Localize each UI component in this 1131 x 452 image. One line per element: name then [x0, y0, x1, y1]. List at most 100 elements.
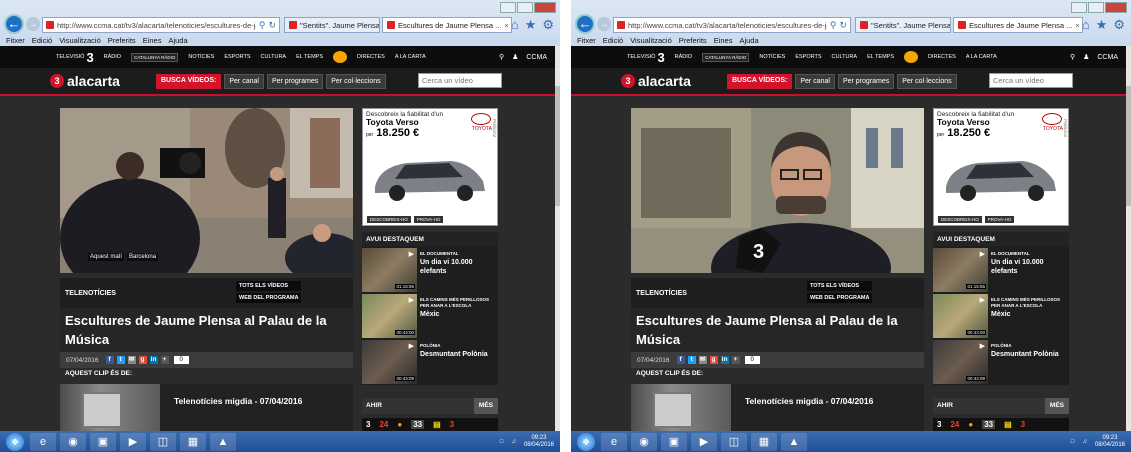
menu-edit[interactable]: Edició	[32, 36, 52, 46]
close-tab-icon[interactable]: ×	[504, 21, 508, 30]
super3-logo-icon[interactable]	[333, 51, 348, 63]
twitter-icon[interactable]: t	[687, 356, 696, 364]
ad-try-button[interactable]: PROVA-HO	[984, 216, 1015, 223]
nav-el-temps[interactable]: EL TEMPS	[867, 54, 894, 60]
featured-item[interactable]: ▶ 00:43:00 ELS CAMINS MÉS PERILLOSOS PER …	[933, 294, 1069, 338]
program-category[interactable]: TELENOTÍCIES	[636, 290, 687, 297]
channel-esport3[interactable]: 3	[1021, 420, 1025, 429]
paint-task-icon[interactable]: ▦	[751, 432, 777, 451]
forward-button[interactable]: →	[597, 17, 611, 31]
back-button[interactable]: ←	[575, 14, 595, 34]
folder-task-icon[interactable]: ◫	[150, 432, 176, 451]
user-icon[interactable]: ♟	[512, 53, 518, 61]
network-icon[interactable]: □	[500, 439, 504, 445]
search-icon[interactable]: ⚲	[830, 20, 837, 31]
explorer-task-icon[interactable]: ▣	[661, 432, 687, 451]
nav-alacarta[interactable]: A LA CARTA	[966, 54, 997, 60]
plus-icon[interactable]: +	[731, 356, 740, 364]
nav-radio[interactable]: RÀDIO	[675, 54, 692, 60]
star-icon[interactable]: ★	[525, 17, 537, 33]
clip-source-card[interactable]: Telenotícies migdia - 07/04/2016	[631, 384, 924, 431]
close-window-button[interactable]	[534, 2, 556, 13]
per-canal-button[interactable]: Per canal	[795, 74, 835, 89]
address-bar[interactable]: http://www.ccma.cat/tv3/alacarta/telenot…	[42, 17, 280, 33]
minimize-button[interactable]	[1071, 2, 1087, 13]
home-icon[interactable]: ⌂	[511, 17, 519, 33]
per-colleccions-button[interactable]: Per col·leccions	[326, 74, 386, 89]
per-canal-button[interactable]: Per canal	[224, 74, 264, 89]
close-tab-icon[interactable]: ×	[1075, 21, 1079, 30]
super3-icon[interactable]: ●	[397, 420, 402, 429]
refresh-icon[interactable]: ↻	[839, 20, 847, 31]
google-plus-icon[interactable]: g	[709, 356, 718, 364]
featured-item[interactable]: ▶ 00:43:00 ELS CAMINS MÉS PERILLOSOS PER …	[362, 294, 498, 338]
search-icon[interactable]: ⚲	[499, 53, 504, 61]
toyota-ad[interactable]: Descobreix la fiabilitat d'un Toyota Ver…	[933, 108, 1069, 226]
facebook-icon[interactable]: f	[105, 356, 114, 364]
nav-noticies[interactable]: NOTÍCIES	[188, 54, 214, 60]
nav-cultura[interactable]: CULTURA	[832, 54, 858, 60]
email-icon[interactable]: ✉	[127, 356, 136, 364]
chrome-task-icon[interactable]: ◉	[631, 432, 657, 451]
ccma-link[interactable]: CCMA	[526, 54, 547, 61]
menu-favorites[interactable]: Preferits	[679, 36, 707, 46]
menu-file[interactable]: Fitxer	[6, 36, 25, 46]
back-button[interactable]: ←	[4, 14, 24, 34]
address-bar[interactable]: http://www.ccma.cat/tv3/alacarta/telenot…	[613, 17, 851, 33]
ie-task-icon[interactable]: e	[601, 432, 627, 451]
esport3-icon[interactable]: ▤	[433, 420, 441, 429]
network-icon[interactable]: □	[1071, 439, 1075, 445]
pdf-task-icon[interactable]: ▲	[210, 432, 236, 451]
google-plus-icon[interactable]: g	[138, 356, 147, 364]
maximize-button[interactable]	[517, 2, 533, 13]
star-icon[interactable]: ★	[1096, 17, 1108, 33]
alacarta-logo[interactable]: 3 alacarta	[50, 73, 120, 89]
clock[interactable]: 09:23 08/04/2016	[524, 435, 554, 449]
nav-esports[interactable]: ESPORTS	[795, 54, 821, 60]
menu-view[interactable]: Visualització	[59, 36, 101, 46]
media-task-icon[interactable]: ▶	[120, 432, 146, 451]
ad-discover-button[interactable]: DESCOBREIX-HO	[938, 216, 982, 223]
nav-catradio[interactable]: CATALUNYA RÀDIO	[702, 52, 750, 62]
alacarta-logo[interactable]: 3 alacarta	[621, 73, 691, 89]
video-player[interactable]	[60, 108, 353, 273]
all-videos-link[interactable]: TOTS ELS VÍDEOS	[807, 281, 873, 291]
program-web-link[interactable]: WEB DEL PROGRAMA	[236, 293, 302, 303]
clip-source-card[interactable]: Telenotícies migdia - 07/04/2016	[60, 384, 353, 431]
nav-alacarta[interactable]: A LA CARTA	[395, 54, 426, 60]
nav-noticies[interactable]: NOTÍCIES	[759, 54, 785, 60]
search-icon[interactable]: ⚲	[259, 20, 266, 31]
per-programes-button[interactable]: Per programes	[837, 74, 895, 89]
per-programes-button[interactable]: Per programes	[266, 74, 324, 89]
user-icon[interactable]: ♟	[1083, 53, 1089, 61]
browser-tab-1[interactable]: "Sentits". Jaume Plensa: "Les m...	[284, 17, 380, 33]
menu-edit[interactable]: Edició	[603, 36, 623, 46]
nav-esports[interactable]: ESPORTS	[224, 54, 250, 60]
gear-icon[interactable]: ⚙	[542, 17, 554, 33]
volume-icon[interactable]: ♫	[511, 439, 516, 445]
menu-help[interactable]: Ajuda	[739, 36, 758, 46]
folder-task-icon[interactable]: ◫	[721, 432, 747, 451]
super3-icon[interactable]: ●	[968, 420, 973, 429]
gear-icon[interactable]: ⚙	[1113, 17, 1125, 33]
scrollbar-thumb[interactable]	[1126, 86, 1131, 206]
channel-33[interactable]: 33	[411, 420, 425, 429]
search-icon[interactable]: ⚲	[490, 72, 498, 85]
nav-tv3[interactable]: TELEVISIÓ 3	[56, 50, 94, 65]
search-icon[interactable]: ⚲	[1061, 72, 1069, 85]
start-button[interactable]: ❖	[6, 432, 24, 451]
twitter-icon[interactable]: t	[116, 356, 125, 364]
browser-tab-1[interactable]: "Sentits". Jaume Plensa: "Les m...	[855, 17, 951, 33]
paint-task-icon[interactable]: ▦	[180, 432, 206, 451]
email-icon[interactable]: ✉	[698, 356, 707, 364]
nav-cultura[interactable]: CULTURA	[261, 54, 287, 60]
media-task-icon[interactable]: ▶	[691, 432, 717, 451]
program-category[interactable]: TELENOTÍCIES	[65, 290, 116, 297]
channel-324[interactable]: 24	[950, 420, 959, 429]
all-videos-link[interactable]: TOTS ELS VÍDEOS	[236, 281, 302, 291]
nav-directes[interactable]: DIRECTES	[928, 54, 956, 60]
featured-item[interactable]: ▶ 01:15:55 EL DOCUMENTAL Un dia vi 10.000 …	[362, 248, 498, 292]
page-scrollbar[interactable]	[1126, 46, 1131, 431]
nav-directes[interactable]: DIRECTES	[357, 54, 385, 60]
program-web-link[interactable]: WEB DEL PROGRAMA	[807, 293, 873, 303]
